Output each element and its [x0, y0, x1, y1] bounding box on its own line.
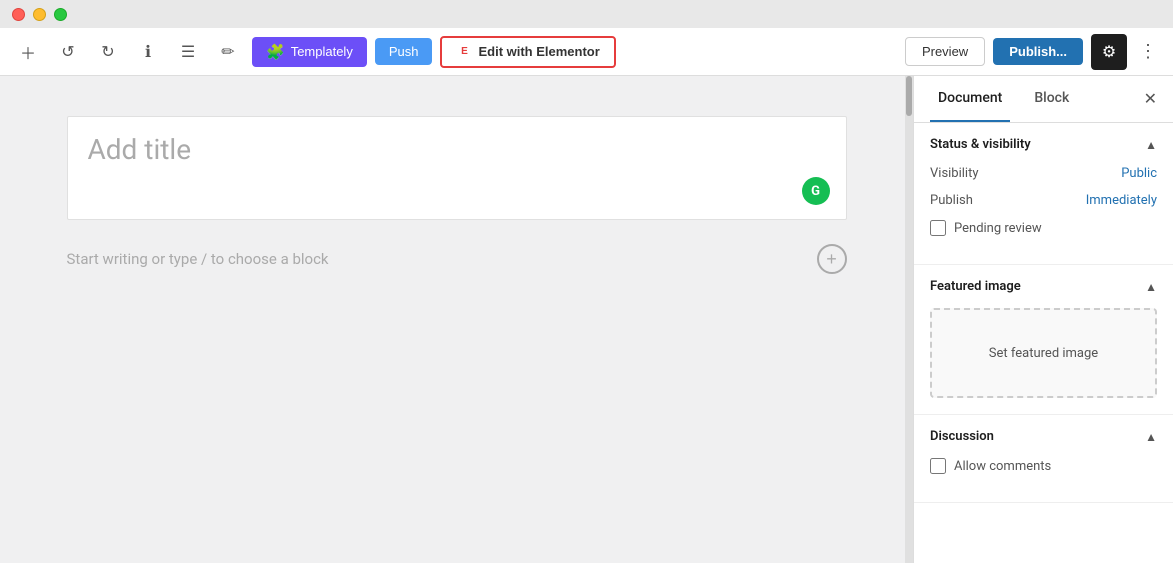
- more-options-button[interactable]: ⋮: [1135, 37, 1161, 66]
- list-button[interactable]: ☰: [172, 36, 204, 68]
- templately-label: Templately: [291, 44, 353, 59]
- write-area: Start writing or type / to choose a bloc…: [67, 244, 847, 274]
- info-button[interactable]: ℹ: [132, 36, 164, 68]
- templately-button[interactable]: 🧩 Templately: [252, 37, 367, 67]
- right-sidebar: Document Block ✕ Status & visibility ▲ V…: [913, 76, 1173, 563]
- set-featured-image-button[interactable]: Set featured image: [930, 308, 1157, 398]
- chevron-up-icon-3: ▲: [1145, 430, 1157, 444]
- more-icon: ⋮: [1139, 41, 1157, 61]
- status-visibility-body: Visibility Public Publish Immediately Pe…: [914, 166, 1173, 264]
- add-block-button[interactable]: +: [817, 244, 847, 274]
- editor-content: G Start writing or type / to choose a bl…: [67, 116, 847, 274]
- featured-image-section: Featured image ▲ Set featured image: [914, 265, 1173, 415]
- push-label: Push: [389, 44, 419, 59]
- pending-review-label: Pending review: [954, 221, 1042, 236]
- title-area: G: [67, 116, 847, 220]
- add-block-toolbar-button[interactable]: ＋: [12, 36, 44, 68]
- scrollbar[interactable]: [905, 76, 913, 563]
- discussion-body: Allow comments: [914, 458, 1173, 502]
- publish-value[interactable]: Immediately: [1086, 193, 1157, 208]
- edit-with-elementor-button[interactable]: E Edit with Elementor: [440, 36, 615, 68]
- allow-comments-checkbox[interactable]: [930, 458, 946, 474]
- tab-block[interactable]: Block: [1026, 76, 1077, 122]
- elementor-icon: E: [456, 44, 472, 60]
- elementor-label: Edit with Elementor: [478, 44, 599, 59]
- pending-review-row: Pending review: [930, 220, 1157, 236]
- main-layout: G Start writing or type / to choose a bl…: [0, 76, 1173, 563]
- sidebar-tabs: Document Block ✕: [914, 76, 1173, 123]
- pen-button[interactable]: ✏: [212, 36, 244, 68]
- discussion-section: Discussion ▲ Allow comments: [914, 415, 1173, 503]
- toolbar-left: ＋ ↺ ↻ ℹ ☰ ✏ 🧩 Templately Push E Edit wit…: [12, 36, 897, 68]
- chevron-up-icon-2: ▲: [1145, 280, 1157, 294]
- preview-button[interactable]: Preview: [905, 37, 985, 66]
- status-visibility-title: Status & visibility: [930, 137, 1031, 152]
- minimize-button[interactable]: [33, 8, 46, 21]
- publish-label: Publish: [930, 193, 973, 208]
- pending-review-checkbox[interactable]: [930, 220, 946, 236]
- publish-button[interactable]: Publish...: [993, 38, 1083, 65]
- tab-block-label: Block: [1034, 90, 1069, 106]
- allow-comments-label: Allow comments: [954, 459, 1051, 474]
- discussion-header[interactable]: Discussion ▲: [914, 415, 1173, 458]
- visibility-value[interactable]: Public: [1121, 166, 1157, 181]
- publish-label: Publish...: [1009, 44, 1067, 59]
- featured-image-title: Featured image: [930, 279, 1021, 294]
- chevron-up-icon: ▲: [1145, 138, 1157, 152]
- grammarly-icon: G: [802, 177, 830, 205]
- status-visibility-header[interactable]: Status & visibility ▲: [914, 123, 1173, 166]
- templately-icon: 🧩: [266, 43, 285, 61]
- toolbar: ＋ ↺ ↻ ℹ ☰ ✏ 🧩 Templately Push E Edit wit…: [0, 28, 1173, 76]
- toolbar-right: Preview Publish... ⚙ ⋮: [905, 34, 1161, 70]
- close-button[interactable]: [12, 8, 25, 21]
- status-visibility-section: Status & visibility ▲ Visibility Public …: [914, 123, 1173, 265]
- tab-document[interactable]: Document: [930, 76, 1010, 122]
- preview-label: Preview: [922, 44, 968, 59]
- post-title-input[interactable]: [88, 133, 826, 199]
- visibility-label: Visibility: [930, 166, 979, 181]
- visibility-row: Visibility Public: [930, 166, 1157, 181]
- title-bar: [0, 0, 1173, 28]
- discussion-title: Discussion: [930, 429, 994, 444]
- push-button[interactable]: Push: [375, 38, 433, 65]
- featured-image-body: Set featured image: [914, 308, 1173, 414]
- maximize-button[interactable]: [54, 8, 67, 21]
- featured-image-header[interactable]: Featured image ▲: [914, 265, 1173, 308]
- redo-button[interactable]: ↻: [92, 36, 124, 68]
- gear-icon: ⚙: [1102, 42, 1116, 62]
- undo-button[interactable]: ↺: [52, 36, 84, 68]
- tab-document-label: Document: [938, 90, 1002, 106]
- allow-comments-row: Allow comments: [930, 458, 1157, 474]
- sidebar-close-button[interactable]: ✕: [1144, 89, 1157, 109]
- scroll-thumb: [906, 76, 912, 116]
- write-placeholder: Start writing or type / to choose a bloc…: [67, 250, 805, 268]
- publish-row: Publish Immediately: [930, 193, 1157, 208]
- settings-button[interactable]: ⚙: [1091, 34, 1127, 70]
- editor-area: G Start writing or type / to choose a bl…: [0, 76, 913, 563]
- set-featured-image-label: Set featured image: [989, 346, 1098, 361]
